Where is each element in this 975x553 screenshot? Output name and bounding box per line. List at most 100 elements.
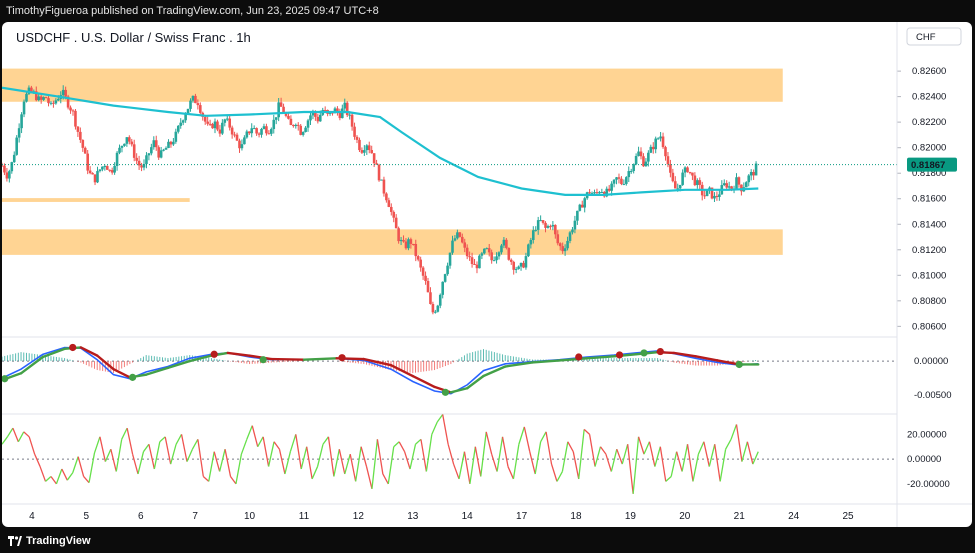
candle-body — [568, 232, 572, 241]
candle-body — [483, 248, 486, 254]
candle-body — [688, 171, 692, 173]
oscillator-segment — [452, 463, 460, 480]
oscillator-segment — [382, 473, 389, 485]
candle-body — [380, 179, 383, 181]
oscillator-segment — [578, 429, 585, 480]
candle-body — [698, 180, 702, 185]
oscillator-segment — [39, 466, 47, 482]
candle-body — [164, 147, 168, 150]
candle-body — [123, 143, 126, 146]
candle-body — [135, 157, 138, 161]
oscillator-segment — [55, 468, 63, 485]
candle-body — [703, 195, 706, 197]
candle-body — [365, 145, 369, 151]
candle-body — [583, 198, 587, 208]
candle-body — [169, 141, 173, 145]
candle-body — [22, 101, 26, 115]
candle-body — [358, 139, 361, 151]
oscillator-segment — [708, 444, 716, 467]
candle-body — [132, 144, 136, 158]
candle-body — [580, 204, 584, 208]
candle-body — [145, 155, 148, 165]
last-price-badge: 0.81867 — [907, 157, 957, 172]
chart-canvas[interactable]: USDCHF . U.S. Dollar / Swiss Franc . 1h … — [2, 22, 972, 527]
published-caption: TimothyFigueroa published on TradingView… — [0, 0, 975, 22]
currency-button[interactable]: CHF — [906, 27, 962, 46]
oscillator-segment — [637, 436, 645, 455]
candle-body — [505, 239, 508, 248]
oscillator-segment — [610, 449, 618, 472]
candle-body — [399, 239, 403, 242]
candle-body — [554, 224, 557, 235]
oscillator-segment — [284, 451, 291, 475]
cross-marker — [210, 350, 218, 358]
candle-body — [10, 162, 14, 172]
candle-body — [468, 256, 471, 258]
candle-body — [341, 108, 344, 119]
candle-body — [103, 166, 107, 168]
candle-body — [260, 128, 263, 135]
oscillator-segment — [251, 425, 259, 447]
candle-body — [343, 102, 347, 109]
oscillator-segment — [496, 436, 504, 472]
oscillator-segment — [316, 444, 324, 467]
candle-body — [644, 161, 648, 167]
candle-body — [686, 167, 689, 172]
oscillator-segment — [121, 427, 128, 440]
oscillator-segment — [28, 436, 36, 455]
candle-body — [666, 156, 670, 165]
candle-body — [150, 147, 153, 154]
candle-body — [622, 183, 626, 185]
oscillator-segment — [191, 438, 199, 450]
candle-body — [588, 192, 591, 194]
footer-bar: TradingView — [0, 529, 975, 553]
candle-body — [108, 169, 112, 171]
oscillator-segment — [643, 441, 651, 455]
candle-body — [610, 183, 613, 191]
oscillator-segment — [491, 453, 498, 472]
oscillator-segment — [686, 444, 694, 482]
oscillator-segment — [485, 431, 493, 455]
oscillator-segment — [507, 466, 515, 480]
candle-body — [370, 150, 373, 154]
cross-marker — [615, 351, 624, 359]
candle-body — [544, 222, 547, 228]
candle-body — [52, 102, 55, 104]
candle-body — [475, 264, 479, 269]
oscillator-segment — [735, 424, 743, 462]
candle-body — [323, 109, 327, 111]
oscillator-segment — [681, 444, 689, 472]
price-ticks: 0.826000.824000.822000.820000.818000.816… — [897, 66, 946, 332]
oscillator-segment — [501, 436, 509, 467]
candle-body — [394, 217, 398, 229]
candle-body — [385, 193, 388, 201]
candle-body — [37, 96, 41, 101]
time-tick-label: 12 — [353, 511, 365, 522]
oscillator-segment — [208, 451, 215, 482]
candle-body — [627, 171, 631, 178]
cross-marker — [69, 343, 77, 352]
candle-body — [656, 138, 660, 140]
candle-body — [174, 131, 178, 142]
candle-body — [296, 124, 300, 126]
oscillator-tick-label: -20.00000 — [907, 479, 950, 490]
candle-body — [93, 174, 97, 183]
oscillator-segment — [371, 439, 379, 489]
candle-body — [270, 129, 273, 134]
candle-body — [318, 114, 322, 122]
oscillator-segment — [719, 449, 727, 482]
candle-body — [558, 243, 562, 247]
candle-body — [541, 220, 545, 223]
time-axis[interactable]: 4 5 6 7 10 11 12 13 14 17 18 19 20 21 24 25 — [29, 511, 854, 522]
oscillator-segment — [648, 441, 656, 467]
currency-label: CHF — [916, 32, 936, 43]
candle-body — [470, 257, 474, 264]
candle-body — [243, 137, 246, 145]
cross-marker — [259, 356, 267, 364]
oscillator-segment — [725, 438, 732, 450]
chart-title: USDCHF . U.S. Dollar / Swiss Franc . 1h — [16, 30, 251, 45]
price-tick-label: 0.81600 — [912, 194, 946, 205]
oscillator-segment — [365, 466, 373, 490]
candle-body — [453, 238, 457, 241]
candle-body — [203, 116, 207, 122]
